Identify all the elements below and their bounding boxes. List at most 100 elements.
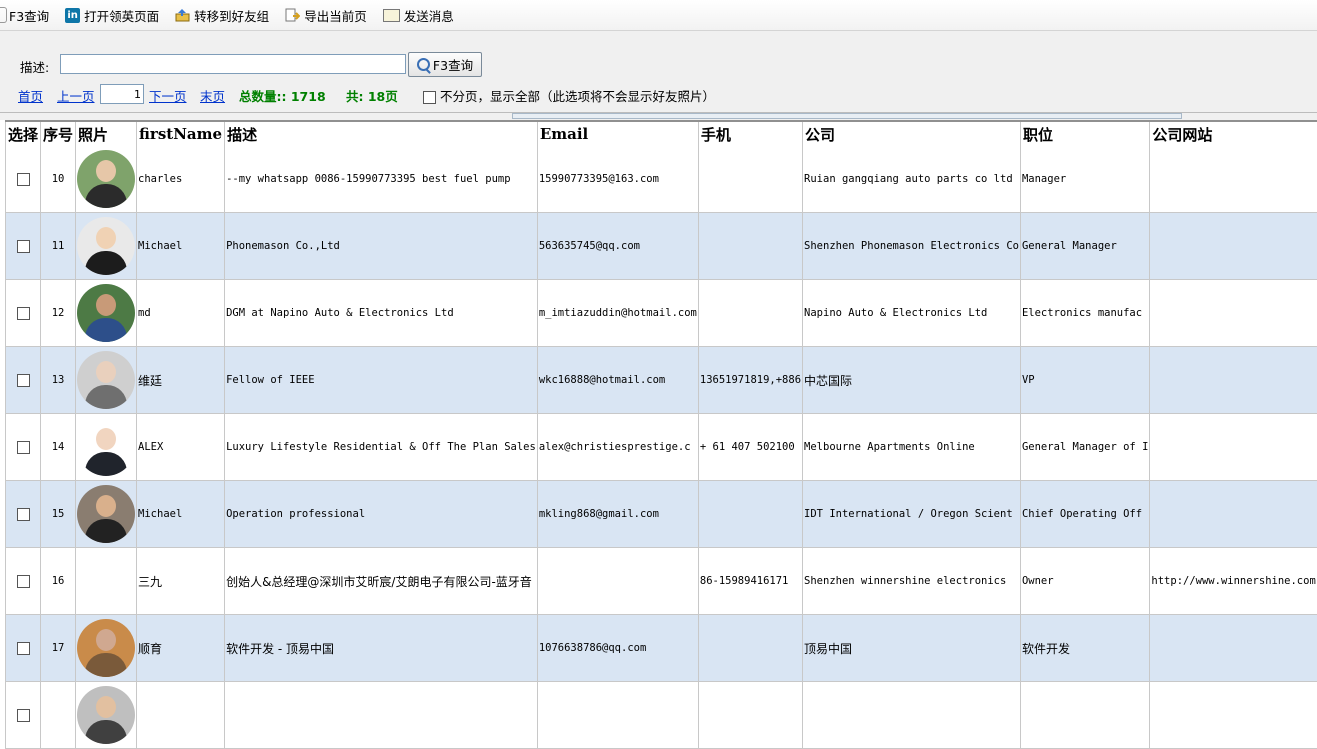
last-page-link[interactable]: 末页 <box>200 86 225 105</box>
row-select-cell <box>6 414 41 481</box>
table-row[interactable]: 10charles--my whatsapp 0086-15990773395 … <box>6 146 1317 213</box>
table-row[interactable]: 11MichaelPhonemason Co.,Ltd563635745@qq.… <box>6 213 1317 280</box>
row-firstname: Michael <box>137 481 225 548</box>
row-select-checkbox[interactable] <box>17 307 30 320</box>
row-select-checkbox[interactable] <box>17 173 30 186</box>
move-to-group-label: 转移到好友组 <box>194 6 269 25</box>
splitter[interactable] <box>0 112 1317 120</box>
row-email: alex@christiesprestige.c <box>537 414 698 481</box>
col-header-title[interactable]: 职位 <box>1020 121 1149 146</box>
avatar[interactable] <box>77 619 135 677</box>
row-select-checkbox[interactable] <box>17 709 30 722</box>
row-email: 563635745@qq.com <box>537 213 698 280</box>
row-title: General Manager <box>1020 213 1149 280</box>
table-row[interactable]: 15MichaelOperation professionalmkling868… <box>6 481 1317 548</box>
splitter-handle[interactable] <box>512 113 1182 119</box>
description-label: 描述: <box>20 57 49 76</box>
table-row[interactable]: 12mdDGM at Napino Auto & Electronics Ltd… <box>6 280 1317 347</box>
row-description: DGM at Napino Auto & Electronics Ltd <box>225 280 538 347</box>
first-page-link[interactable]: 首页 <box>18 86 43 105</box>
row-seq <box>41 682 76 749</box>
row-company <box>803 682 1021 749</box>
row-select-checkbox[interactable] <box>17 642 30 655</box>
row-description <box>225 682 538 749</box>
row-firstname: 顺育 <box>137 615 225 682</box>
row-website <box>1150 280 1317 347</box>
col-header-website[interactable]: 公司网站 <box>1150 121 1317 146</box>
search-panel: 描述: F3查询 首页 上一页 下一页 末页 总数量:: 1718 共: 18页… <box>0 31 1317 113</box>
row-phone <box>698 146 802 213</box>
row-select-cell <box>6 347 41 414</box>
row-select-cell <box>6 481 41 548</box>
move-to-group-button[interactable]: 转移到好友组 <box>175 0 269 30</box>
page-count-label: 共: 18页 <box>346 86 398 105</box>
avatar[interactable] <box>77 150 135 208</box>
avatar[interactable] <box>77 686 135 744</box>
row-select-checkbox[interactable] <box>17 240 30 253</box>
send-message-label: 发送消息 <box>404 6 454 25</box>
row-company: Melbourne Apartments Online <box>803 414 1021 481</box>
page-number-input[interactable] <box>100 84 144 104</box>
search-icon <box>0 7 7 23</box>
f3-query-button[interactable]: F3查询 <box>408 52 482 77</box>
row-company: Ruian gangqiang auto parts co ltd <box>803 146 1021 213</box>
row-select-checkbox[interactable] <box>17 575 30 588</box>
row-phone <box>698 280 802 347</box>
col-header-select[interactable]: 选择 <box>6 121 41 146</box>
row-firstname: Michael <box>137 213 225 280</box>
avatar[interactable] <box>77 351 135 409</box>
row-select-checkbox[interactable] <box>17 374 30 387</box>
row-phone: 13651971819,+886 <box>698 347 802 414</box>
f3-search-label: F3查询 <box>9 6 49 25</box>
avatar[interactable] <box>77 418 135 476</box>
table-row[interactable]: 16三九创始人&总经理@深圳市艾昕宸/艾朗电子有限公司-蓝牙音86-159894… <box>6 548 1317 615</box>
col-header-photo[interactable]: 照片 <box>76 121 137 146</box>
row-photo-cell <box>76 682 137 749</box>
row-company: Shenzhen Phonemason Electronics Co <box>803 213 1021 280</box>
f3-search-button[interactable]: F3查询 <box>0 0 49 30</box>
table-row[interactable] <box>6 682 1317 749</box>
row-select-cell <box>6 615 41 682</box>
row-select-checkbox[interactable] <box>17 508 30 521</box>
row-company: Napino Auto & Electronics Ltd <box>803 280 1021 347</box>
message-icon <box>383 9 400 22</box>
row-seq: 17 <box>41 615 76 682</box>
f3-query-label: F3查询 <box>433 55 473 74</box>
row-website <box>1150 213 1317 280</box>
col-header-email[interactable]: Email <box>537 121 698 146</box>
table-row[interactable]: 17顺育软件开发 - 顶易中国1076638786@qq.com顶易中国软件开发 <box>6 615 1317 682</box>
row-title: Electronics manufac <box>1020 280 1149 347</box>
pages-value: 18页 <box>368 89 398 104</box>
col-header-seq[interactable]: 序号 <box>41 121 76 146</box>
row-select-cell <box>6 146 41 213</box>
row-website <box>1150 146 1317 213</box>
col-header-phone[interactable]: 手机 <box>698 121 802 146</box>
table-header-row: 选择 序号 照片 firstName 描述 Email 手机 公司 职位 公司网… <box>6 121 1317 146</box>
table-row[interactable]: 14ALEXLuxury Lifestyle Residential & Off… <box>6 414 1317 481</box>
col-header-company[interactable]: 公司 <box>803 121 1021 146</box>
export-page-button[interactable]: 导出当前页 <box>285 0 367 30</box>
avatar[interactable] <box>77 217 135 275</box>
magnifier-icon <box>417 58 430 71</box>
toolbar: F3查询 in 打开领英页面 转移到好友组 导出当前页 发送消息 <box>0 0 1317 31</box>
show-all-option[interactable]: 不分页，显示全部（此选项将不会显示好友照片） <box>423 86 715 105</box>
open-linkedin-button[interactable]: in 打开领英页面 <box>65 0 159 30</box>
row-description: 软件开发 - 顶易中国 <box>225 615 538 682</box>
row-photo-cell <box>76 347 137 414</box>
row-firstname: 三九 <box>137 548 225 615</box>
row-photo-cell <box>76 213 137 280</box>
linkedin-icon: in <box>65 8 80 23</box>
show-all-checkbox[interactable] <box>423 91 436 104</box>
next-page-link[interactable]: 下一页 <box>149 86 187 105</box>
row-description: Fellow of IEEE <box>225 347 538 414</box>
description-input[interactable] <box>60 54 406 74</box>
send-message-button[interactable]: 发送消息 <box>383 0 454 30</box>
row-title: Chief Operating Off <box>1020 481 1149 548</box>
table-row[interactable]: 13维廷Fellow of IEEEwkc16888@hotmail.com13… <box>6 347 1317 414</box>
avatar[interactable] <box>77 485 135 543</box>
col-header-description[interactable]: 描述 <box>225 121 538 146</box>
prev-page-link[interactable]: 上一页 <box>57 86 95 105</box>
col-header-firstname[interactable]: firstName <box>137 121 225 146</box>
avatar[interactable] <box>77 284 135 342</box>
row-select-checkbox[interactable] <box>17 441 30 454</box>
